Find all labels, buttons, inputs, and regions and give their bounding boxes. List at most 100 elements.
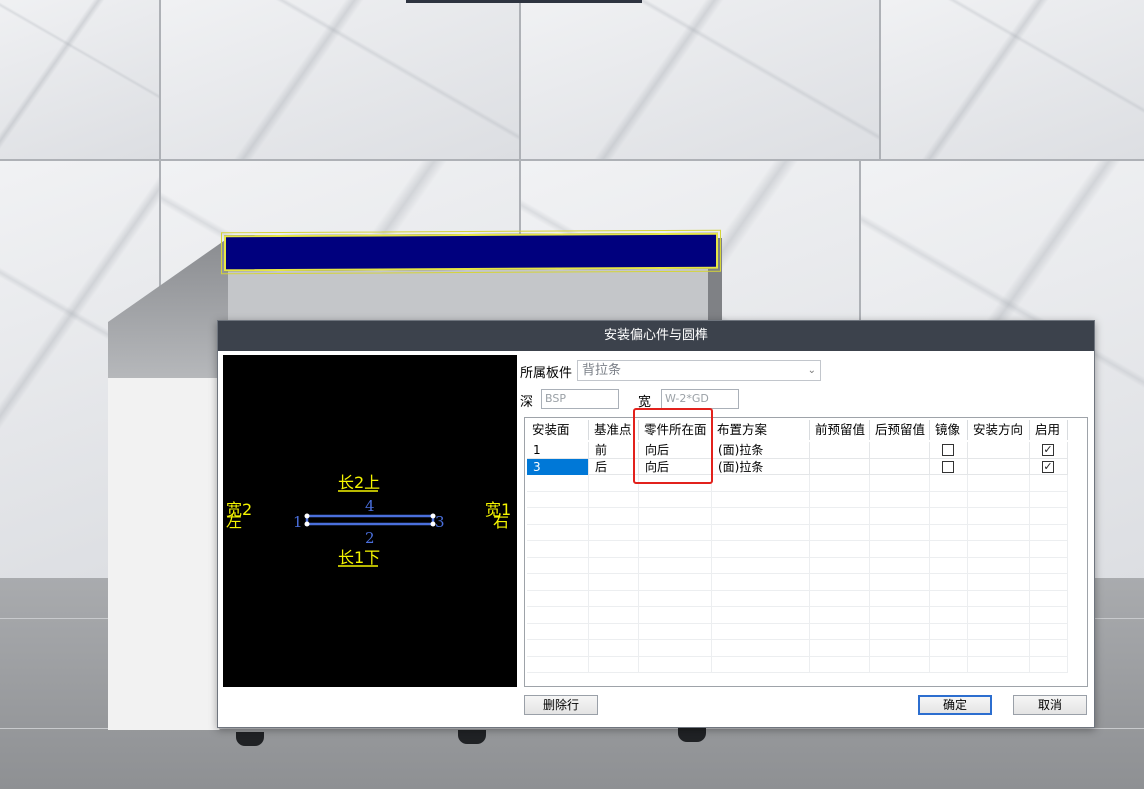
- preview-canvas: 长2上 长1下 宽2 左 宽1 右 4 2 1 3: [226, 473, 511, 567]
- column-header[interactable]: 布置方案: [712, 420, 810, 440]
- empty-cell: [639, 607, 712, 623]
- edge-number-bottom: 2: [365, 529, 375, 547]
- table-cell-base[interactable]: 后: [589, 458, 639, 475]
- empty-cell: [810, 656, 870, 673]
- empty-cell: [930, 574, 968, 590]
- table-cell-face[interactable]: 1: [527, 442, 589, 458]
- mirror-checkbox[interactable]: [942, 444, 954, 456]
- column-header[interactable]: 前预留值: [810, 420, 870, 440]
- table-cell-scheme[interactable]: (面)拉条: [712, 442, 810, 458]
- empty-cell: [870, 524, 930, 541]
- mirror-checkbox[interactable]: [942, 460, 954, 473]
- install-hardware-dialog: 安装偏心件与圆榫 长2上 长1下 宽2 左 宽1 右 4 2 1 3 所属板件 …: [217, 320, 1095, 728]
- enabled-checkbox[interactable]: ✓: [1042, 460, 1054, 473]
- empty-cell: [527, 491, 589, 508]
- empty-cell: [1030, 590, 1068, 607]
- corner-point: [430, 513, 436, 519]
- empty-cell: [870, 607, 930, 623]
- empty-cell: [639, 557, 712, 574]
- empty-cell: [810, 623, 870, 640]
- width-field[interactable]: W-2*GD: [661, 389, 739, 409]
- column-header[interactable]: 启用: [1030, 420, 1068, 440]
- delete-row-button[interactable]: 删除行: [524, 695, 598, 715]
- depth-field[interactable]: BSP: [541, 389, 619, 409]
- empty-cell: [810, 475, 870, 491]
- empty-cell: [589, 475, 639, 491]
- caster-wheel: [458, 730, 486, 744]
- edge-number-right: 3: [435, 513, 445, 531]
- enabled-cell[interactable]: ✓: [1030, 458, 1068, 475]
- empty-cell: [712, 557, 810, 574]
- column-header[interactable]: 基准点: [589, 420, 639, 440]
- mirror-cell[interactable]: [930, 458, 968, 475]
- preview-right-side: 右: [493, 512, 509, 531]
- chevron-down-icon[interactable]: ⌄: [808, 361, 816, 380]
- cabinet-side-panel: [108, 378, 220, 730]
- empty-cell: [527, 623, 589, 640]
- empty-cell: [527, 640, 589, 656]
- empty-cell: [870, 590, 930, 607]
- table-cell-front-reserve[interactable]: [810, 458, 870, 475]
- empty-cell: [527, 475, 589, 491]
- empty-cell: [527, 524, 589, 541]
- enabled-cell[interactable]: ✓: [1030, 442, 1068, 458]
- column-header[interactable]: 后预留值: [870, 420, 930, 440]
- empty-cell: [870, 623, 930, 640]
- empty-cell: [968, 590, 1030, 607]
- empty-cell: [589, 656, 639, 673]
- table-cell-front-reserve[interactable]: [810, 442, 870, 458]
- column-header[interactable]: 安装方向: [968, 420, 1030, 440]
- table-cell-base[interactable]: 前: [589, 442, 639, 458]
- column-header[interactable]: 安装面: [527, 420, 589, 440]
- empty-row: [527, 656, 1068, 673]
- table-body: 1 前向后 (面)拉条 ✓ 3 后向后 (面)拉条 ✓: [527, 442, 1068, 673]
- table-row[interactable]: 1 前向后 (面)拉条 ✓: [527, 442, 1068, 459]
- empty-cell: [639, 508, 712, 524]
- ok-button[interactable]: 确定: [918, 695, 992, 715]
- empty-cell: [870, 656, 930, 673]
- corner-point: [304, 513, 310, 519]
- empty-cell: [1030, 491, 1068, 508]
- enabled-checkbox[interactable]: ✓: [1042, 444, 1054, 456]
- table-cell-scheme[interactable]: (面)拉条: [712, 458, 810, 475]
- empty-cell: [930, 524, 968, 541]
- empty-cell: [930, 640, 968, 656]
- wall-tile: [520, 0, 880, 160]
- empty-cell: [1030, 475, 1068, 491]
- empty-cell: [810, 574, 870, 590]
- empty-cell: [968, 640, 1030, 656]
- empty-cell: [639, 590, 712, 607]
- table-cell-back-reserve[interactable]: [870, 458, 930, 475]
- empty-cell: [870, 475, 930, 491]
- mirror-cell[interactable]: [930, 442, 968, 458]
- table-row[interactable]: 3 后向后 (面)拉条 ✓: [527, 458, 1068, 475]
- empty-cell: [712, 574, 810, 590]
- empty-cell: [527, 590, 589, 607]
- empty-row: [527, 475, 1068, 492]
- table-cell-back-reserve[interactable]: [870, 442, 930, 458]
- table-cell-direction[interactable]: [968, 458, 1030, 475]
- empty-row: [527, 524, 1068, 541]
- empty-cell: [589, 640, 639, 656]
- table-cell-direction[interactable]: [968, 442, 1030, 458]
- empty-cell: [589, 607, 639, 623]
- empty-cell: [870, 640, 930, 656]
- preview-top-label: 长2上: [338, 473, 380, 492]
- wall-tile: [880, 0, 1144, 160]
- cancel-button[interactable]: 取消: [1013, 695, 1087, 715]
- dialog-title[interactable]: 安装偏心件与圆榫: [218, 321, 1094, 351]
- plate-select[interactable]: 背拉条 ⌄: [577, 360, 821, 381]
- empty-cell: [930, 475, 968, 491]
- table-cell-face[interactable]: 3: [527, 458, 589, 475]
- empty-cell: [527, 541, 589, 557]
- empty-cell: [1030, 574, 1068, 590]
- empty-row: [527, 640, 1068, 657]
- empty-cell: [810, 607, 870, 623]
- selected-back-rail[interactable]: [221, 229, 721, 275]
- empty-cell: [930, 508, 968, 524]
- empty-cell: [1030, 508, 1068, 524]
- empty-cell: [1030, 557, 1068, 574]
- empty-cell: [589, 574, 639, 590]
- empty-cell: [1030, 640, 1068, 656]
- column-header[interactable]: 镜像: [930, 420, 968, 440]
